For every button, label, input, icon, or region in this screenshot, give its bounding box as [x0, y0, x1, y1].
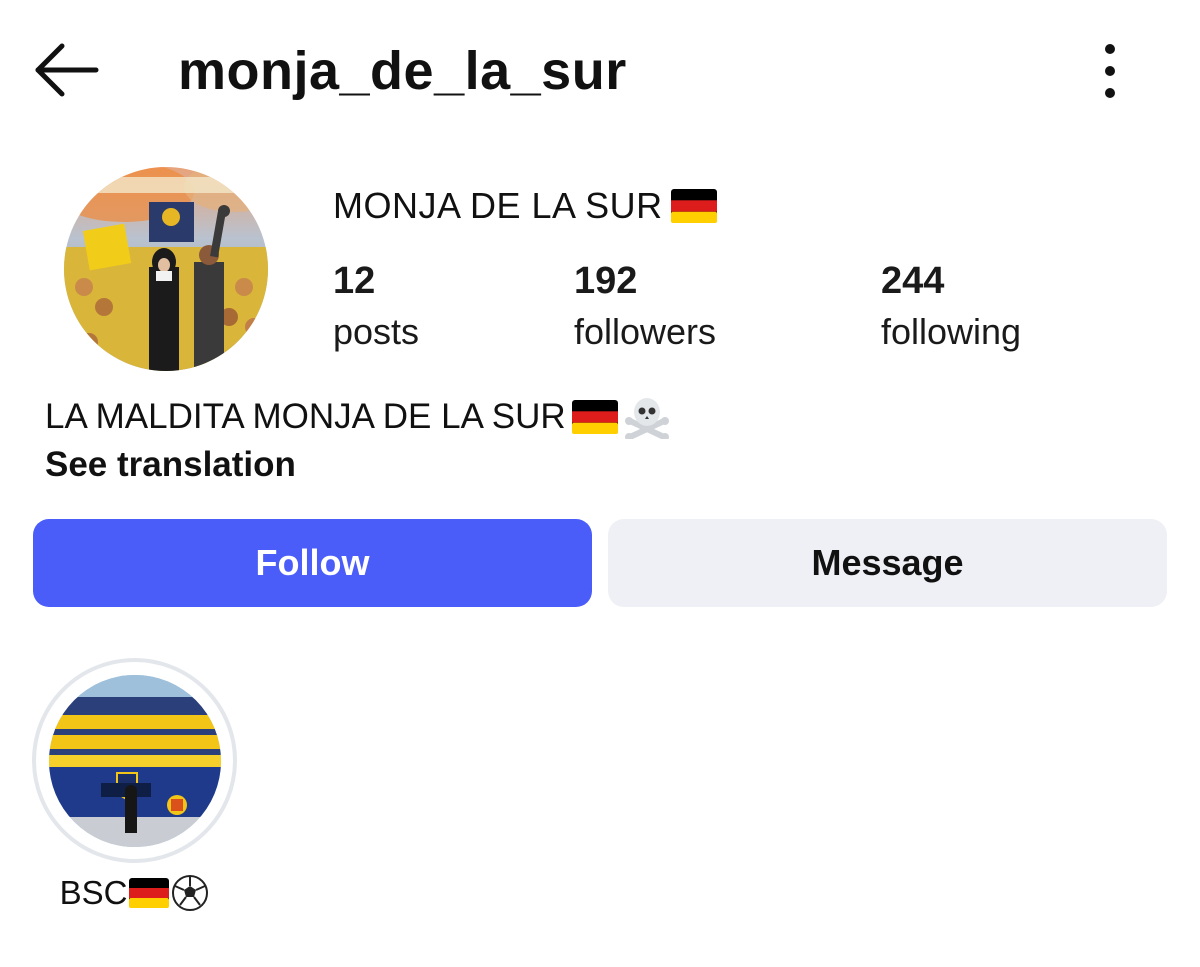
- posts-label: posts: [333, 311, 420, 352]
- soccer-ball-icon: [172, 875, 209, 911]
- germany-flag-icon: [129, 878, 170, 908]
- profile-display-name: MONJA DE LA SUR: [333, 184, 717, 228]
- arrow-left-icon: [35, 43, 99, 97]
- see-translation-link[interactable]: See translation: [45, 442, 296, 488]
- stat-followers[interactable]: 192 followers: [574, 256, 716, 358]
- profile-header: monja_de_la_sur: [0, 0, 1200, 140]
- profile-avatar-photo: [64, 167, 268, 371]
- more-options-button[interactable]: [1085, 40, 1135, 102]
- followers-count: 192: [574, 260, 638, 302]
- followers-label: followers: [574, 311, 717, 352]
- profile-username: monja_de_la_sur: [178, 41, 627, 101]
- profile-bio: LA MALDITA MONJA DE LA SUR: [45, 394, 670, 440]
- highlight-label: BSC: [32, 871, 237, 915]
- germany-flag-icon: [670, 189, 717, 223]
- germany-flag-icon: [571, 400, 618, 434]
- highlight-cover: [48, 674, 221, 847]
- bio-text: LA MALDITA MONJA DE LA SUR: [45, 397, 566, 436]
- stat-posts[interactable]: 12 posts: [333, 256, 419, 358]
- stadium-photo-icon: [48, 674, 221, 847]
- message-button[interactable]: Message: [608, 519, 1167, 607]
- display-name-text: MONJA DE LA SUR: [333, 185, 663, 226]
- profile-avatar[interactable]: [64, 167, 268, 371]
- follow-button[interactable]: Follow: [33, 519, 592, 607]
- more-vertical-icon: [1105, 44, 1115, 98]
- highlight-ring: [32, 658, 237, 863]
- following-count: 244: [881, 260, 945, 302]
- posts-count: 12: [333, 260, 376, 302]
- back-button[interactable]: [32, 40, 102, 100]
- stat-following[interactable]: 244 following: [881, 256, 1021, 358]
- skull-crossbones-icon: [624, 398, 669, 439]
- following-label: following: [881, 311, 1022, 352]
- story-highlight[interactable]: BSC: [32, 658, 237, 911]
- highlight-label-text: BSC: [59, 874, 128, 911]
